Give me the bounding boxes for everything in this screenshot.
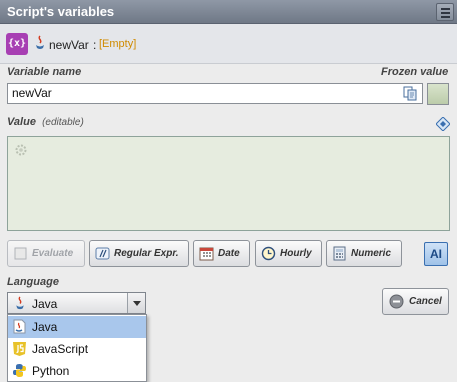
variable-name-field-value: newVar [12,86,52,100]
language-option-label: Python [32,364,70,378]
diamond-icon[interactable] [436,117,450,131]
language-option-label: JavaScript [32,342,89,356]
language-option-label: Java [32,320,58,334]
window-title: Script's variables [7,4,115,19]
regular-expression-label: Regular Expr. [114,248,179,259]
evaluate-label: Evaluate [32,248,74,259]
variable-name-field[interactable]: newVar [7,83,423,104]
variable-name-label: Variable name [7,66,82,78]
language-label: Language [7,276,59,288]
language-dropdown: Java JavaScript Python [7,314,147,382]
calculator-icon [333,246,346,261]
hourly-label: Hourly [280,248,312,259]
variable-summary-row[interactable]: {x} newVar : [Empty] [0,24,457,64]
variable-separator: : [93,38,97,52]
cancel-button[interactable]: Cancel [382,288,449,315]
copy-icon[interactable] [403,86,418,101]
chevron-down-icon[interactable] [127,293,145,313]
value-editor[interactable] [7,136,450,231]
menu-icon[interactable] [436,3,454,21]
variable-value-text: [Empty] [99,38,137,50]
gear-icon [15,144,27,156]
numeric-label: Numeric [351,248,392,259]
python-icon [13,364,26,377]
java-icon [36,35,44,49]
regex-icon [95,247,110,260]
hourly-button[interactable]: Hourly [255,240,322,267]
frozen-value-label: Frozen value [381,66,449,78]
cancel-icon [389,294,404,309]
cancel-label: Cancel [409,296,442,307]
language-selected-value: Java [32,297,58,311]
language-option-python[interactable]: Python [8,360,146,382]
variable-name-text: newVar [49,38,89,52]
java-icon [16,296,24,310]
date-button[interactable]: Date [193,240,250,267]
evaluate-icon [14,247,27,260]
clock-icon [261,246,276,261]
regular-expression-button[interactable]: Regular Expr. [89,240,189,267]
language-option-java[interactable]: Java [8,316,146,338]
value-label: Value (editable) [7,116,84,128]
calendar-icon [199,247,214,261]
language-select[interactable]: Java [7,292,146,314]
frozen-value-toggle[interactable] [427,83,449,105]
numeric-button[interactable]: Numeric [326,240,402,267]
language-option-javascript[interactable]: JavaScript [8,338,146,360]
java-file-icon [13,319,26,334]
title-bar: Script's variables [0,0,457,24]
date-label: Date [218,248,240,259]
value-hint: (editable) [42,117,84,128]
evaluate-button[interactable]: Evaluate [7,240,85,267]
ai-button[interactable]: AI [424,242,448,266]
javascript-icon [13,342,26,356]
variable-icon: {x} [6,33,28,55]
value-label-text: Value [7,116,36,128]
